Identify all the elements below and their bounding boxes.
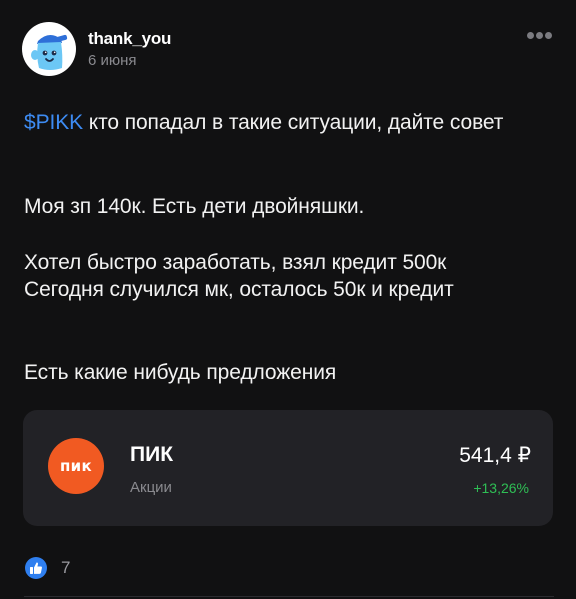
post-paragraph-4: Есть какие нибудь предложения (24, 361, 337, 384)
avatar-character-icon (31, 34, 68, 70)
author-info: thank_you 6 июня (88, 28, 171, 71)
instrument-price: 541,4 ₽ (459, 444, 531, 467)
divider (24, 596, 554, 597)
more-dot (536, 32, 543, 39)
author-avatar[interactable] (22, 22, 76, 76)
instrument-change: +13,26% (473, 480, 529, 496)
like-count: 7 (61, 558, 71, 577)
ticker-link[interactable]: $PIKK (24, 111, 83, 134)
post-paragraph-3: Хотел быстро заработать, взял кредит 500… (24, 249, 544, 303)
post-card: thank_you 6 июня $PIKK кто попадал в так… (0, 0, 576, 599)
thumbs-up-icon (25, 557, 47, 579)
post-text: кто попадал в такие ситуации, дайте сове… (83, 111, 504, 134)
author-name[interactable]: thank_you (88, 28, 171, 50)
more-dot (527, 32, 534, 39)
post-paragraph-2: Моя зп 140к. Есть дети двойняшки. (24, 195, 365, 218)
pik-logo: пик (48, 438, 104, 494)
post-text-line: Хотел быстро заработать, взял кредит 500… (24, 251, 447, 274)
more-dot (545, 32, 552, 39)
more-options-button[interactable] (527, 32, 552, 39)
instrument-name: ПИК (130, 443, 174, 466)
post-header: thank_you 6 июня (22, 22, 171, 76)
post-text-line: Сегодня случился мк, осталось 50к и кред… (24, 278, 454, 301)
post-paragraph-1: $PIKK кто попадал в такие ситуации, дайт… (24, 109, 544, 136)
like-reaction-button[interactable]: 7 (25, 557, 70, 579)
instrument-type: Акции (130, 479, 172, 496)
instrument-card[interactable]: пик ПИК Акции 541,4 ₽ +13,26% (23, 410, 553, 526)
post-date: 6 июня (88, 51, 137, 69)
